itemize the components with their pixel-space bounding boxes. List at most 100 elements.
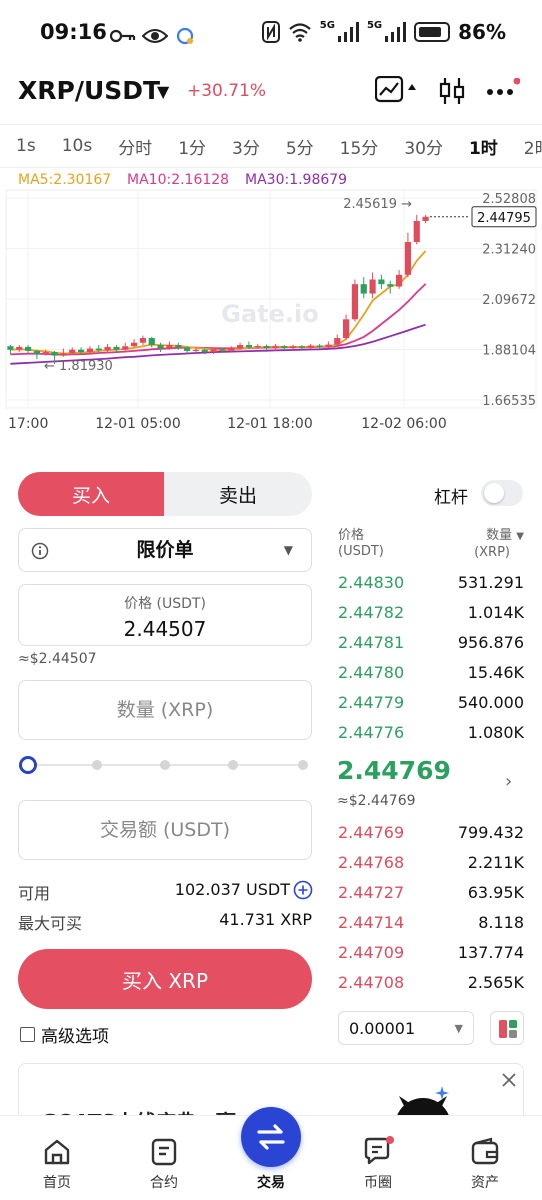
- interval-tab-8[interactable]: 1时: [469, 134, 498, 159]
- ask-row[interactable]: 2.44782 1.014K: [338, 597, 524, 627]
- close-banner-icon[interactable]: [501, 1072, 517, 1088]
- candle-body[interactable]: [228, 348, 235, 351]
- candle-body[interactable]: [86, 348, 94, 353]
- candle-body[interactable]: [192, 349, 200, 351]
- slider-stop-75[interactable]: [228, 760, 238, 770]
- nav-home[interactable]: 首页: [17, 1116, 97, 1200]
- amount-slider[interactable]: [18, 755, 312, 775]
- candle-body[interactable]: [387, 284, 394, 287]
- qty-sort-icon[interactable]: ▼: [516, 531, 524, 542]
- chart-type-button[interactable]: [374, 75, 419, 110]
- candle-body[interactable]: [236, 345, 244, 349]
- mid-price[interactable]: 2.44769: [337, 756, 451, 785]
- interval-tab-3[interactable]: 1分: [178, 134, 206, 159]
- candle-body[interactable]: [113, 346, 120, 350]
- candle-body[interactable]: [122, 346, 129, 350]
- bid-row[interactable]: 2.44708 2.565K: [338, 967, 524, 997]
- candle-body[interactable]: [298, 346, 306, 348]
- indicator-button[interactable]: [438, 76, 466, 112]
- candle-body[interactable]: [263, 345, 270, 348]
- candle-body[interactable]: [157, 345, 164, 349]
- info-icon[interactable]: [31, 542, 49, 560]
- interval-tab-0[interactable]: 1s: [16, 136, 36, 156]
- ask-row[interactable]: 2.44776 1.080K: [338, 717, 524, 747]
- candle-body[interactable]: [316, 345, 323, 347]
- candle-body[interactable]: [95, 348, 102, 351]
- candle-body[interactable]: [24, 346, 32, 351]
- slider-stop-50[interactable]: [160, 760, 170, 770]
- depth-view-button[interactable]: [490, 1011, 524, 1045]
- candle-body[interactable]: [404, 242, 412, 275]
- ask-row[interactable]: 2.44779 540.000: [338, 687, 524, 717]
- candle-body[interactable]: [351, 284, 359, 320]
- buy-xrp-button[interactable]: 买入 XRP: [18, 949, 312, 1009]
- candle-body[interactable]: [139, 338, 147, 343]
- depth-select[interactable]: 0.00001 ▼: [338, 1011, 474, 1045]
- nav-assets[interactable]: 资产: [445, 1116, 525, 1200]
- bid-row[interactable]: 2.44768 2.211K: [338, 847, 524, 877]
- candle-body[interactable]: [201, 349, 208, 353]
- candle-body[interactable]: [219, 349, 226, 351]
- more-button[interactable]: [486, 77, 521, 108]
- candle-body[interactable]: [413, 220, 420, 243]
- ask-row[interactable]: 2.44830 531.291: [338, 567, 524, 597]
- orderbook-qty-header[interactable]: 数量 ▼ (XRP): [460, 528, 524, 561]
- bid-row[interactable]: 2.44714 8.118: [338, 907, 524, 937]
- candle-body[interactable]: [148, 338, 155, 346]
- chevron-right-icon[interactable]: ›: [505, 771, 512, 792]
- candle-body[interactable]: [272, 346, 279, 348]
- candle-body[interactable]: [51, 352, 58, 356]
- pair-dropdown-icon[interactable]: ▼: [157, 82, 169, 101]
- leverage-toggle[interactable]: [481, 480, 523, 506]
- buy-tab[interactable]: 买入: [18, 472, 164, 516]
- candle-body[interactable]: [422, 216, 429, 221]
- slider-stop-100[interactable]: [298, 760, 308, 770]
- candle-body[interactable]: [166, 345, 173, 349]
- slider-handle[interactable]: [19, 756, 37, 774]
- kline-chart[interactable]: 2.52808 2.31240 2.09672 1.88104 1.66535 17:00…: [0, 188, 542, 438]
- interval-tab-7[interactable]: 30分: [404, 134, 443, 159]
- interval-tab-4[interactable]: 3分: [232, 134, 260, 159]
- candle-body[interactable]: [42, 352, 49, 354]
- add-funds-icon[interactable]: [293, 880, 313, 900]
- interval-tab-2[interactable]: 分时: [118, 134, 152, 159]
- sell-tab[interactable]: 卖出: [164, 472, 312, 516]
- amount-input[interactable]: 交易额 (USDT): [18, 800, 312, 860]
- candle-body[interactable]: [334, 338, 341, 345]
- interval-tab-9[interactable]: 2时: [524, 134, 542, 159]
- nav-circle[interactable]: 币圈: [338, 1116, 418, 1200]
- bid-row[interactable]: 2.44727 63.95K: [338, 877, 524, 907]
- candle-body[interactable]: [69, 349, 76, 354]
- interval-tab-6[interactable]: 15分: [340, 134, 379, 159]
- candle-body[interactable]: [245, 345, 253, 348]
- bid-row[interactable]: 2.44709 137.774: [338, 937, 524, 967]
- candle-body[interactable]: [104, 346, 111, 351]
- price-value[interactable]: 2.44507: [19, 617, 311, 641]
- bid-row[interactable]: 2.44769 799.432: [338, 817, 524, 847]
- advanced-checkbox[interactable]: [20, 1027, 35, 1042]
- candle-body[interactable]: [395, 274, 403, 287]
- candle-body[interactable]: [289, 346, 297, 349]
- candle-body[interactable]: [369, 279, 376, 294]
- candle-body[interactable]: [378, 279, 385, 285]
- candle-body[interactable]: [16, 346, 23, 350]
- candle-body[interactable]: [360, 284, 367, 294]
- candle-body[interactable]: [175, 345, 182, 348]
- ask-row[interactable]: 2.44781 956.876: [338, 627, 524, 657]
- candle-body[interactable]: [60, 353, 67, 356]
- candle-body[interactable]: [77, 349, 85, 353]
- candle-body[interactable]: [307, 345, 314, 348]
- interval-tab-5[interactable]: 5分: [286, 134, 314, 159]
- candle-body[interactable]: [342, 319, 350, 339]
- price-input[interactable]: 价格 (USDT) 2.44507: [18, 584, 312, 646]
- candle-body[interactable]: [325, 344, 332, 347]
- candle-body[interactable]: [33, 350, 41, 354]
- candle-body[interactable]: [210, 349, 217, 353]
- nav-contract[interactable]: 合约: [124, 1116, 204, 1200]
- candle-body[interactable]: [254, 345, 261, 348]
- slider-stop-25[interactable]: [92, 760, 102, 770]
- candle-body[interactable]: [183, 347, 191, 351]
- quantity-input[interactable]: 数量 (XRP): [18, 680, 312, 740]
- ask-row[interactable]: 2.44780 15.46K: [338, 657, 524, 687]
- interval-tab-1[interactable]: 10s: [62, 136, 93, 156]
